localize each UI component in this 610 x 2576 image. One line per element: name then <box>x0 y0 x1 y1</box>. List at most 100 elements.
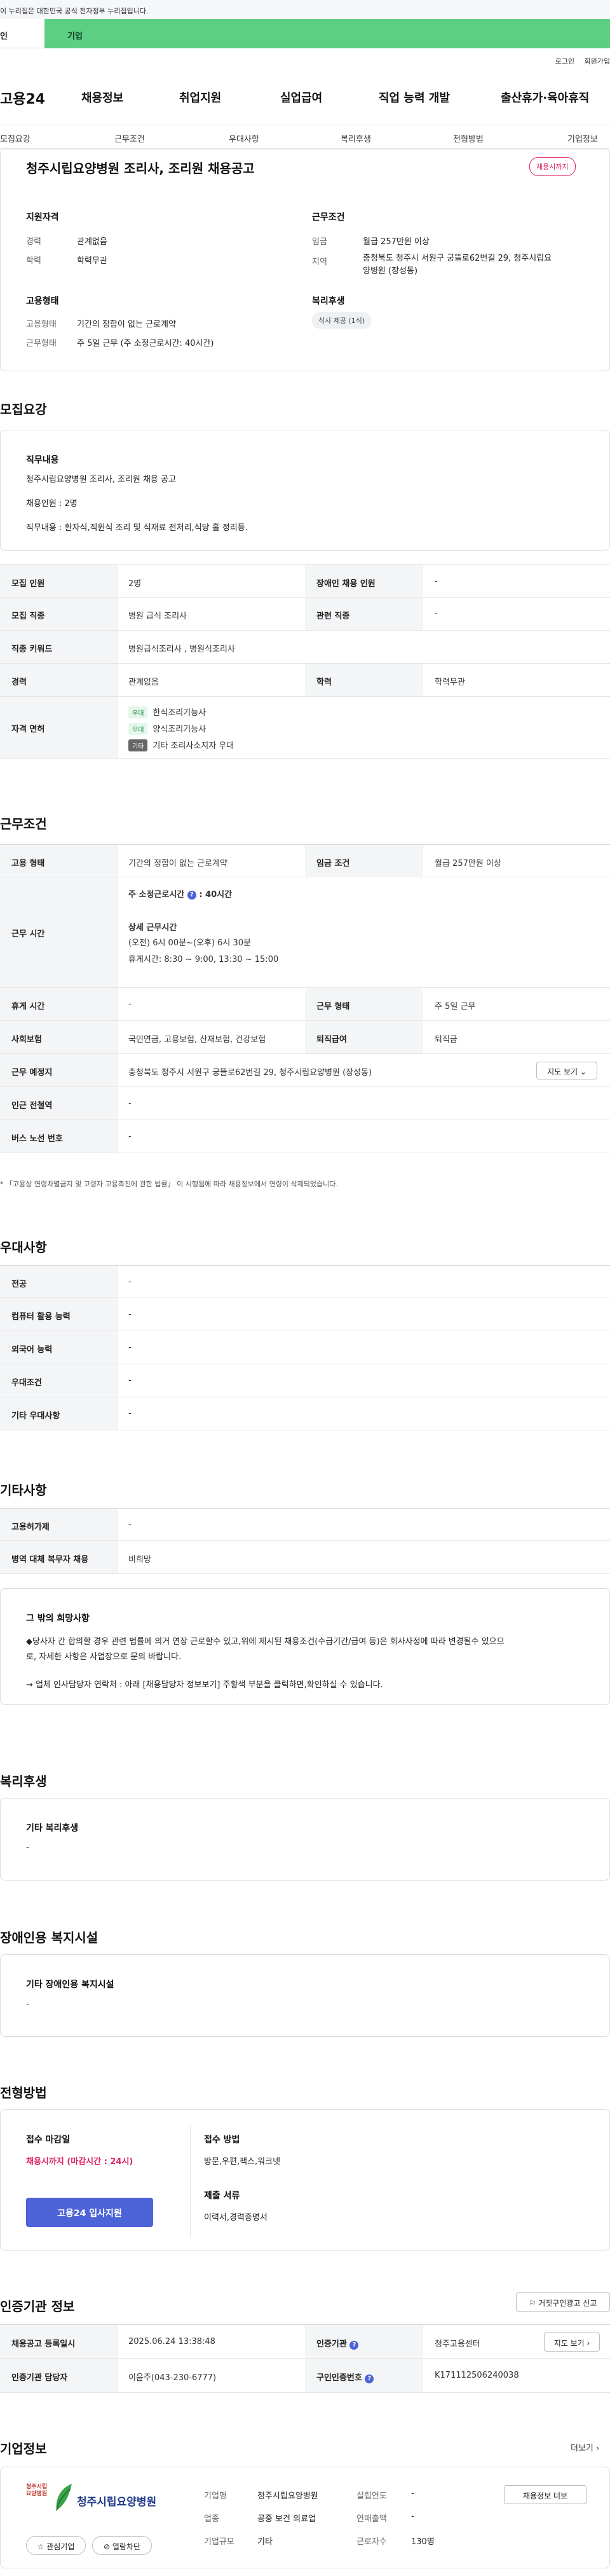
table-row: 휴게 시간 - 근무 형태 주 5일 근무 <box>0 988 610 1021</box>
favorite-company-button[interactable]: ☆ 관심기업 <box>26 2536 86 2555</box>
deadline-title: 접수 마감일 <box>26 2135 71 2145</box>
job-desc-line1: 청주시립요양병원 조리사, 조리원 채용 공고 <box>26 475 176 484</box>
edu-value: 학력무관 <box>77 256 107 266</box>
welfare-tag: 식사 제공 (1식) <box>312 312 372 329</box>
docs-title: 제출 서류 <box>204 2191 240 2201</box>
emptype-value: 기간의 정함이 없는 근로계약 <box>77 320 176 329</box>
size-value: 기타 <box>257 2537 273 2547</box>
insurance-label: 사회보험 <box>0 1021 118 1053</box>
count-value: 2명 <box>128 579 142 589</box>
table-row: 전공 - <box>0 1265 610 1298</box>
table-row: 병역 대체 복무자 채용 비희망 <box>0 1541 610 1574</box>
gnb-item-unemployment-benefit[interactable]: 실업급여 <box>280 89 322 106</box>
jobno-label: 구인인증번호 ? <box>305 2359 423 2392</box>
anchor-recruit[interactable]: 모집요강 <box>0 132 30 144</box>
login-link[interactable]: 로그인 <box>555 57 574 65</box>
worktype-label: 근무형태 <box>26 339 57 348</box>
table-row: 모집 인원 2명 장애인 채용 인원 - <box>0 565 610 598</box>
anchor-company[interactable]: 기업정보 <box>567 132 598 144</box>
job-desc-line2: 채용인원 : 2명 <box>26 499 78 509</box>
utility-menu: 로그인 회원가입 <box>548 56 610 66</box>
gnb-item-vocational-training[interactable]: 직업 능력 개발 <box>379 89 450 106</box>
gov-notice-bar: 이 누리집은 대한민국 공식 전자정부 누리집입니다. <box>0 0 610 19</box>
anchor-selection[interactable]: 전형방법 <box>453 132 484 144</box>
company-name-label: 기업명 <box>204 2491 227 2501</box>
table-row: 근무 예정지 충청북도 청주시 서원구 궁뜰로62번길 29, 청주시립요양병원… <box>0 1054 610 1087</box>
disabled-value: - <box>435 577 438 586</box>
method-value: 방문,우편,팩스,워크넷 <box>204 2157 281 2167</box>
tab-individual[interactable]: 인 <box>0 19 44 48</box>
table-row: 모집 직종 병원 급식 조리사 관련 직종 - <box>0 598 610 631</box>
work-wage-value: 월급 257만원 이상 <box>435 859 501 868</box>
weekly-hours-label: 주 소정근로시간 <box>128 890 185 900</box>
disabled-box-title: 기타 장애인용 복지시설 <box>26 1980 114 1990</box>
other-wishes-card: 그 밖의 희망사항 ◆당사자 간 합의할 경우 관련 법률에 의거 연장 근로할… <box>0 1588 610 1705</box>
wage-label: 임금 <box>312 237 327 247</box>
disabled-label: 장애인 채용 인원 <box>305 565 423 597</box>
etc-section-title: 기타사항 <box>0 1483 47 1498</box>
work-emp-label: 고용 형태 <box>0 845 118 877</box>
place-value: 충청북도 청주시 서원구 궁뜰로62번길 29, 청주시립요양병원 (장성동) <box>128 1068 372 1078</box>
map-button[interactable]: 지도 보기 ⌄ <box>536 1062 597 1079</box>
block-company-button[interactable]: ⊘ 열람차단 <box>92 2536 152 2555</box>
career-value: 관계없음 <box>77 237 107 247</box>
block-icon: ⊘ <box>103 2542 111 2551</box>
info-icon[interactable]: ? <box>349 2341 359 2350</box>
emp-title: 고용형태 <box>26 296 59 306</box>
welfare-box-title: 기타 복리후생 <box>26 1823 79 1833</box>
cond-title: 근무조건 <box>312 212 345 223</box>
info-icon[interactable]: ? <box>365 2374 374 2383</box>
sales-label: 연매출액 <box>356 2514 387 2524</box>
place-label: 근무 예정지 <box>0 1054 118 1086</box>
disabled-box-value: - <box>26 1999 29 2009</box>
keyword-label: 직종 키워드 <box>0 631 118 663</box>
sales-value: - <box>411 2512 414 2521</box>
docs-value: 이력서,경력증명서 <box>204 2213 268 2223</box>
info-icon[interactable]: ? <box>187 890 196 900</box>
related-label: 관련 직종 <box>305 598 423 630</box>
user-type-tabs: 인 기업 <box>0 19 610 48</box>
join-link[interactable]: 회원가입 <box>585 57 610 65</box>
map-button-label: 지도 보기 <box>547 1067 578 1076</box>
anchor-work[interactable]: 근무조건 <box>114 132 145 144</box>
table-row: 고용허가제 - <box>0 1508 610 1541</box>
anchor-welfare[interactable]: 복리후생 <box>341 132 371 144</box>
gnb-item-maternity-leave[interactable]: 출산휴가·육아휴직 <box>501 89 589 106</box>
star-icon: ☆ <box>37 2542 44 2551</box>
anchor-pref[interactable]: 우대사항 <box>229 132 259 144</box>
table-row: 채용공고 등록일시 2025.06.24 13:38:48 인증기관 ? 청주고… <box>0 2324 610 2359</box>
welfare-title: 복리후생 <box>312 296 345 306</box>
report-fake-ad-button[interactable]: ⚐ 거짓구인광고 신고 <box>516 2292 610 2312</box>
weekly-hours-value: : 40시간 <box>199 890 233 900</box>
shift-value: 주 5일 근무 <box>435 1002 476 1011</box>
pref-cond-label: 우대조건 <box>0 1364 118 1397</box>
company-section-title: 기업정보 <box>0 2441 47 2456</box>
license-name: 양식조리기능사 <box>152 725 207 734</box>
apply-button[interactable]: 고용24 입사지원 <box>26 2198 153 2227</box>
company-logo: 청주시립요양병원 청주시립요양병원 <box>26 2481 159 2522</box>
related-value: - <box>435 609 438 619</box>
company-more-link[interactable]: 더보기 › <box>571 2441 599 2453</box>
tab-business[interactable]: 기업 <box>44 19 610 48</box>
pref-etc-value: - <box>128 1409 132 1418</box>
table-row: 경력 관계없음 학력 학력무관 <box>0 664 610 697</box>
welfare-section-title: 복리후생 <box>0 1774 47 1789</box>
permit-label: 고용허가제 <box>0 1509 118 1540</box>
gnb-item-jobs[interactable]: 채용정보 <box>81 89 123 106</box>
manager-value: 이윤주(043-230-6777) <box>128 2373 217 2383</box>
insurance-value: 국민연금, 고용보험, 산재보험, 건강보험 <box>128 1035 266 1045</box>
qual-title: 지원자격 <box>26 212 59 223</box>
job-description-card: 직무내용 청주시립요양병원 조리사, 조리원 채용 공고 채용인원 : 2명 직… <box>0 430 610 551</box>
company-jobs-button[interactable]: 채용정보 더보 <box>504 2485 586 2504</box>
break-label: 휴게 시간 <box>0 988 118 1020</box>
favorite-label: 관심기업 <box>46 2542 75 2551</box>
deadline-value: 채용시까지 (마감시간 : 24시) <box>26 2157 133 2167</box>
table-row: 우대조건 - <box>0 1364 610 1397</box>
jobtype-value: 병원 급식 조리사 <box>128 612 187 621</box>
gnb-item-employment-support[interactable]: 취업지원 <box>179 89 221 106</box>
industry-label: 업종 <box>204 2514 219 2524</box>
career-row-label: 경력 <box>0 664 118 696</box>
industry-value: 공중 보건 의료업 <box>257 2514 316 2524</box>
agency-map-button[interactable]: 지도 보기 › <box>544 2333 600 2352</box>
job-title: 청주시립요양병원 조리사, 조리원 채용공고 <box>26 161 255 176</box>
